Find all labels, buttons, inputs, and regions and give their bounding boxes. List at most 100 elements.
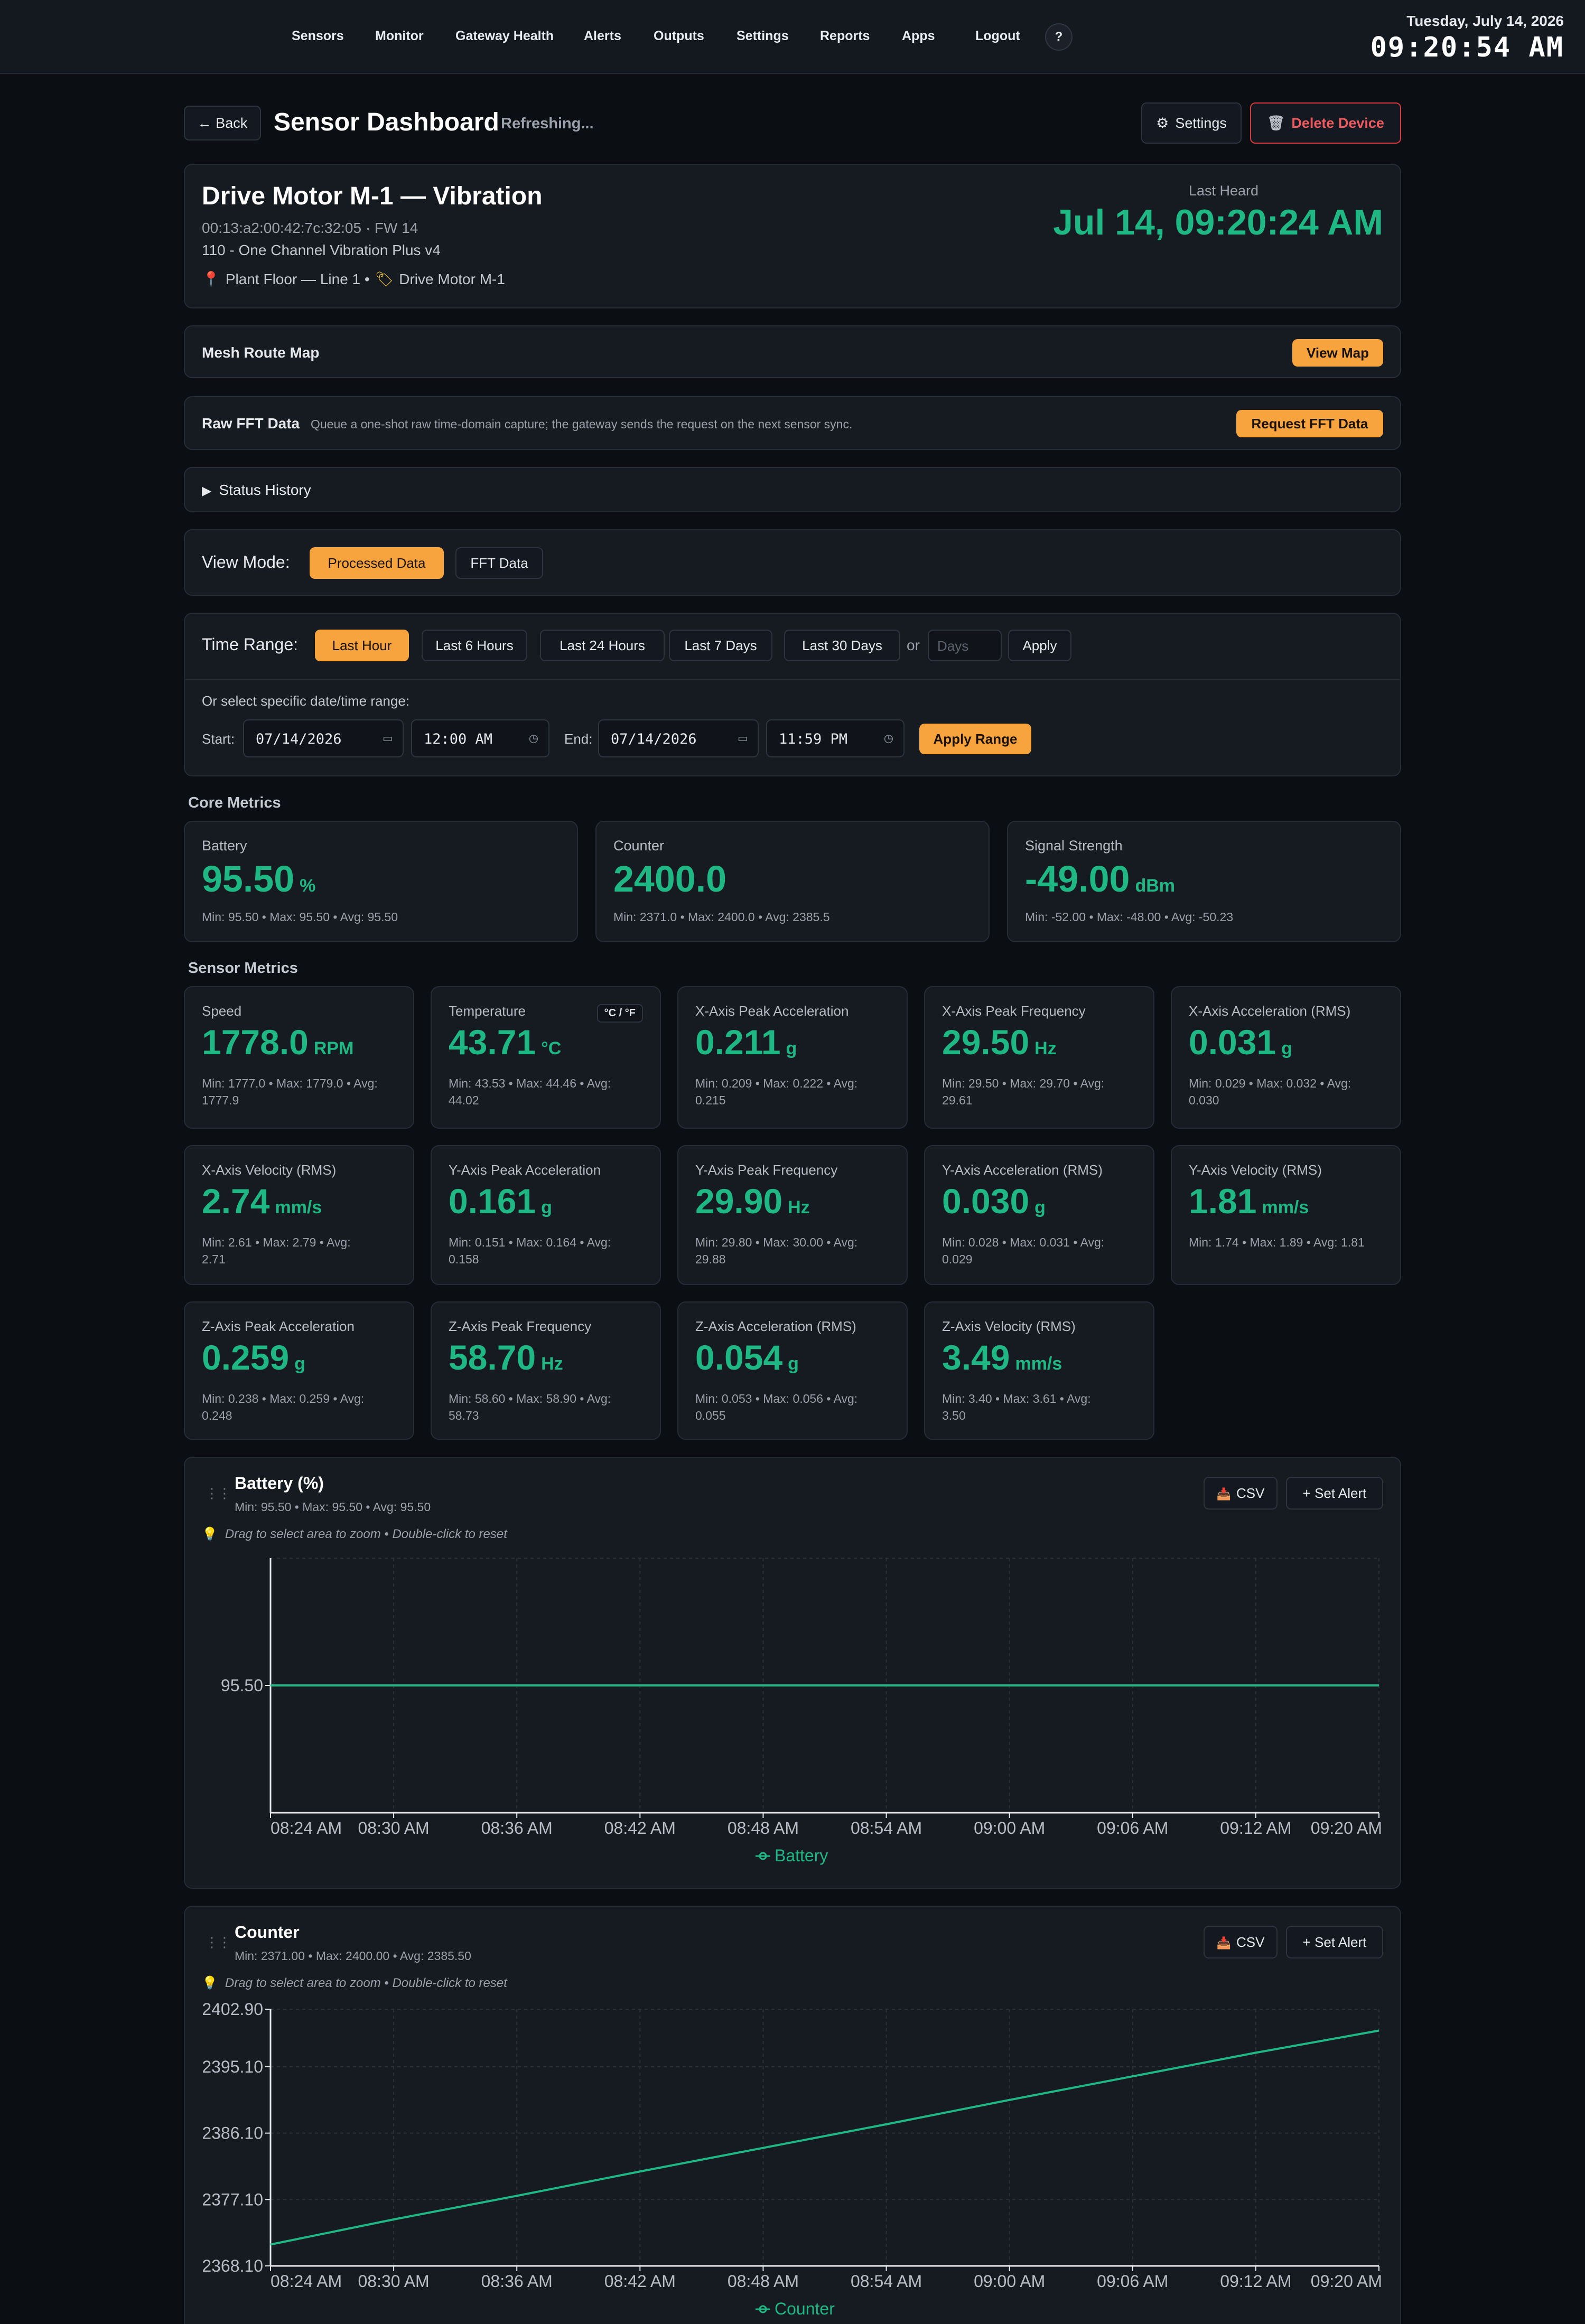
metric-unit: °C	[541, 1038, 562, 1058]
metric-number: 95.50	[202, 858, 295, 899]
y-tick-label: 2368.10	[202, 2256, 263, 2275]
metric-value: 29.50 Hz	[942, 1022, 1057, 1062]
metric-value: 58.70 Hz	[449, 1337, 563, 1377]
metric-stats: Min: 0.151 • Max: 0.164 • Avg: 0.158	[449, 1234, 649, 1268]
temp-unit-toggle[interactable]: °C / °F	[596, 1004, 643, 1023]
x-tick-label: 08:48 AM	[728, 2272, 799, 2291]
x-tick-label: 09:06 AM	[1097, 2272, 1168, 2291]
device-mac: 00:13:a2:00:42:7c:32:05 · FW 14	[202, 220, 418, 236]
x-tick-label: 09:12 AM	[1220, 2272, 1291, 2291]
nav-sensors[interactable]: Sensors	[292, 29, 344, 44]
settings-button[interactable]: ⚙ Settings	[1141, 102, 1242, 144]
nav-logout[interactable]: Logout	[975, 29, 1020, 44]
clock-icon: ◷	[884, 730, 893, 746]
range-last-24-hours[interactable]: Last 24 Hours	[540, 630, 665, 661]
x-tick-label: 08:36 AM	[481, 1819, 553, 1838]
x-tick-label: 08:30 AM	[358, 2272, 430, 2291]
metric-label: Z-Axis Peak Acceleration	[202, 1318, 355, 1334]
legend-label[interactable]: Counter	[775, 2299, 835, 2318]
nav-gateway-health[interactable]: Gateway Health	[455, 29, 554, 44]
metric-stats-line1: Min: 0.028 • Max: 0.031 • Avg:	[942, 1235, 1105, 1249]
metric-unit: g	[1034, 1197, 1046, 1217]
metric-label: X-Axis Velocity (RMS)	[202, 1162, 337, 1178]
line-chart[interactable]: 08:24 AM 08:30 AM 08:36 AM 08:42 AM 08:48 AM…	[185, 1458, 1400, 1890]
metric-unit: mm/s	[1262, 1197, 1309, 1217]
range-last-6-hours[interactable]: Last 6 Hours	[422, 630, 527, 661]
nav-outputs[interactable]: Outputs	[654, 29, 704, 44]
metric-stats-line2: 0.215	[695, 1093, 726, 1107]
metric-number: 3.49	[942, 1338, 1010, 1377]
start-date-input[interactable]: 07/14/2026 ▭	[243, 719, 404, 757]
metric-stats-line2: 0.055	[695, 1409, 726, 1422]
chart-card: ⋮⋮ Counter Min: 2371.00 • Max: 2400.00 • A…	[184, 1906, 1401, 2324]
nav-reports[interactable]: Reports	[820, 29, 870, 44]
metric-value: 43.71 °C	[449, 1022, 561, 1062]
metric-number: 2400.0	[613, 858, 727, 899]
metric-unit: RPM	[313, 1038, 354, 1058]
range-last-7-days[interactable]: Last 7 Days	[669, 630, 772, 661]
start-time-input[interactable]: 12:00 AM ◷	[411, 719, 549, 757]
range-last-30-days[interactable]: Last 30 Days	[784, 630, 900, 661]
metric-stats: Min: 1.74 • Max: 1.89 • Avg: 1.81	[1189, 1234, 1390, 1251]
nav-alerts[interactable]: Alerts	[584, 29, 621, 44]
end-date-value: 07/14/2026	[611, 731, 697, 747]
chart-card: ⋮⋮ Battery (%) Min: 95.50 • Max: 95.50 • A…	[184, 1457, 1401, 1889]
nav-settings[interactable]: Settings	[736, 29, 789, 44]
sensor-metric-card: Y-Axis Peak Acceleration 0.161 g Min: 0.151…	[431, 1145, 661, 1285]
nav-apps[interactable]: Apps	[902, 29, 935, 44]
metric-value: 2400.0	[613, 858, 732, 900]
line-chart[interactable]: 08:24 AM 08:30 AM 08:36 AM 08:42 AM 08:48 AM…	[185, 1907, 1400, 2324]
metric-label: Z-Axis Velocity (RMS)	[942, 1318, 1076, 1334]
nav-monitor[interactable]: Monitor	[375, 29, 424, 44]
apply-range-button[interactable]: Apply Range	[919, 724, 1031, 754]
help-button[interactable]: ?	[1045, 23, 1073, 51]
metric-number: -49.00	[1025, 858, 1130, 899]
back-button[interactable]: ← Back	[184, 106, 261, 140]
metric-value: 0.030 g	[942, 1181, 1046, 1221]
metric-label: Z-Axis Peak Frequency	[449, 1318, 592, 1334]
device-model: 110 - One Channel Vibration Plus v4	[202, 242, 441, 258]
metric-number: 0.161	[449, 1182, 536, 1221]
metric-label: Temperature	[449, 1003, 526, 1019]
last-heard-value: Jul 14, 09:20:24 AM	[1053, 202, 1383, 242]
sensor-metric-card: X-Axis Acceleration (RMS) 0.031 g Min: 0.02…	[1171, 986, 1401, 1129]
metric-value: 0.161 g	[449, 1181, 552, 1221]
status-history-toggle[interactable]: ▶ Status History	[184, 467, 1401, 512]
metric-stats-line1: Min: 0.238 • Max: 0.259 • Avg:	[202, 1392, 365, 1405]
core-metrics-title: Core Metrics	[188, 794, 281, 811]
sensor-metric-card: Temperature °C / °F 43.71 °C Min: 43.53 • Ma…	[431, 986, 661, 1129]
mesh-route-title: Mesh Route Map	[202, 344, 320, 361]
metric-number: 29.90	[695, 1182, 783, 1221]
raw-fft-card: Raw FFT Data Queue a one-shot raw time-d…	[184, 396, 1401, 450]
x-tick-label: 08:54 AM	[851, 1819, 922, 1838]
calendar-icon: ▭	[383, 730, 392, 746]
metric-stats-line2: 29.61	[942, 1093, 973, 1107]
start-date-value: 07/14/2026	[256, 731, 342, 747]
metric-unit: g	[294, 1354, 305, 1374]
y-tick-label: 2377.10	[202, 2190, 263, 2209]
view-mode-processed[interactable]: Processed Data	[310, 547, 444, 579]
end-time-input[interactable]: 11:59 PM ◷	[766, 719, 905, 757]
delete-device-button[interactable]: 🗑 Delete Device	[1250, 102, 1401, 144]
days-input[interactable]: Days	[928, 630, 1002, 661]
x-tick-label: 09:00 AM	[974, 1819, 1045, 1838]
view-map-button[interactable]: View Map	[1292, 339, 1383, 367]
legend-label[interactable]: Battery	[775, 1846, 828, 1865]
metric-stats: Min: 0.053 • Max: 0.056 • Avg: 0.055	[695, 1390, 896, 1424]
days-apply-button[interactable]: Apply	[1008, 630, 1071, 661]
request-fft-button[interactable]: Request FFT Data	[1236, 410, 1383, 437]
y-tick-label: 2386.10	[202, 2124, 263, 2143]
metric-stats: Min: 3.40 • Max: 3.61 • Avg: 3.50	[942, 1390, 1143, 1424]
pin-icon: 📍	[202, 271, 220, 287]
core-metric-card: Signal Strength -49.00 dBm Min: -52.00 • Ma…	[1007, 821, 1401, 942]
metric-stats-line2: 0.248	[202, 1409, 232, 1422]
device-location: Plant Floor — Line 1 •	[225, 271, 370, 287]
end-date-input[interactable]: 07/14/2026 ▭	[598, 719, 759, 757]
metric-number: 0.259	[202, 1338, 290, 1377]
range-last-hour[interactable]: Last Hour	[315, 630, 409, 661]
or-label: or	[907, 637, 920, 653]
metric-stats-line2: 0.158	[449, 1252, 479, 1266]
sensor-metric-card: Y-Axis Peak Frequency 29.90 Hz Min: 29.80 •…	[677, 1145, 908, 1285]
view-mode-fft[interactable]: FFT Data	[455, 547, 543, 579]
metric-stats-line1: Min: 2.61 • Max: 2.79 • Avg:	[202, 1235, 351, 1249]
